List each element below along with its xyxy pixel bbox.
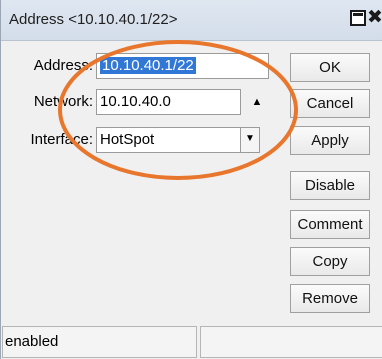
address-input[interactable]: 10.10.40.1/22 bbox=[96, 53, 269, 79]
address-label: Address: bbox=[33, 57, 93, 74]
dropdown-arrow-icon[interactable]: ▼ bbox=[240, 128, 259, 152]
interface-select[interactable]: HotSpot ▼ bbox=[96, 127, 260, 153]
remove-button[interactable]: Remove bbox=[290, 284, 370, 313]
apply-button[interactable]: Apply bbox=[290, 126, 370, 155]
ok-button[interactable]: OK bbox=[290, 53, 370, 82]
copy-button[interactable]: Copy bbox=[290, 247, 370, 276]
close-icon[interactable]: ✖ bbox=[367, 6, 382, 28]
status-bar: enabled bbox=[1, 326, 382, 359]
window-title: Address <10.10.40.1/22> bbox=[9, 11, 178, 28]
address-value: 10.10.40.1/22 bbox=[100, 57, 196, 74]
network-label: Network: bbox=[33, 93, 93, 110]
title-bar[interactable]: Address <10.10.40.1/22> ✖ bbox=[1, 0, 382, 41]
restore-icon[interactable] bbox=[350, 10, 366, 26]
address-dialog: Address <10.10.40.1/22> ✖ Address: 10.10… bbox=[0, 0, 382, 359]
cancel-button[interactable]: Cancel bbox=[290, 89, 370, 118]
disable-button[interactable]: Disable bbox=[290, 171, 370, 200]
collapse-arrow-icon[interactable]: ▲ bbox=[247, 91, 267, 113]
interface-value: HotSpot bbox=[100, 131, 155, 148]
interface-label: Interface: bbox=[30, 131, 93, 148]
comment-button[interactable]: Comment bbox=[290, 210, 370, 239]
status-extra bbox=[200, 326, 382, 358]
network-input[interactable]: 10.10.40.0 bbox=[96, 89, 241, 115]
status-text: enabled bbox=[2, 326, 197, 358]
form-panel: Address: 10.10.40.1/22 Network: 10.10.40… bbox=[1, 41, 276, 321]
